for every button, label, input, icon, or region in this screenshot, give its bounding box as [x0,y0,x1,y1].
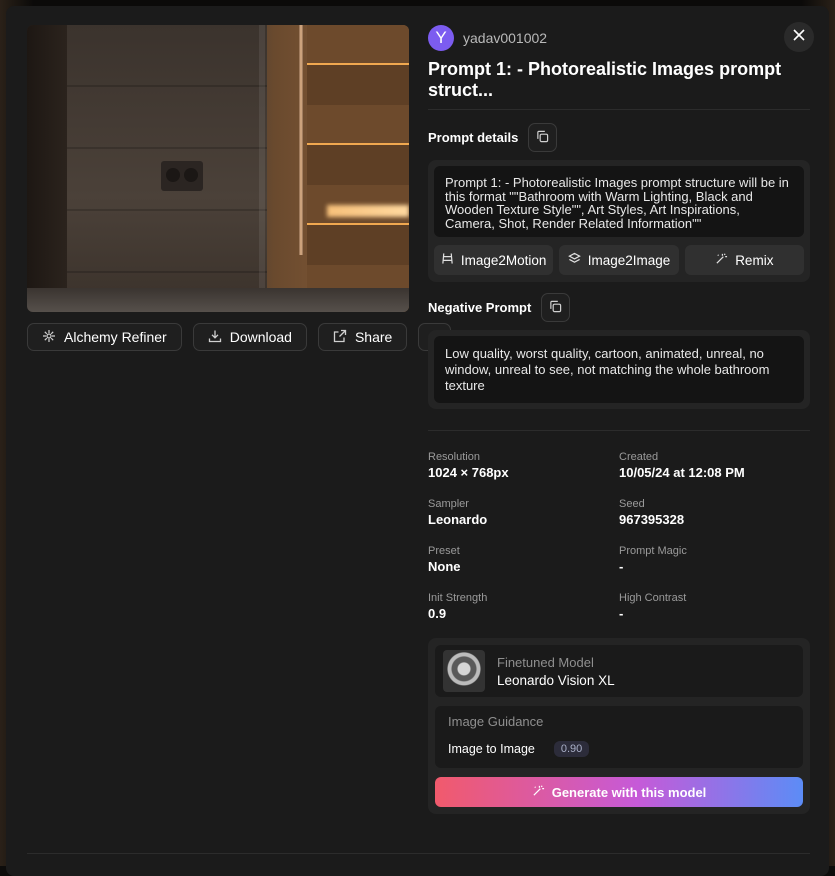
negative-prompt-header: Negative Prompt [428,293,810,322]
copy-prompt-button[interactable] [528,123,558,152]
image-wall-shadow [27,25,67,312]
remix-button[interactable]: Remix [684,245,804,275]
image-guidance-title: Image Guidance [448,714,544,729]
generate-with-model-button[interactable]: Generate with this model [435,777,803,807]
meta-value: Leonardo [428,512,488,527]
prompt-details-heading: Prompt details [428,130,519,145]
layers-icon [567,252,581,268]
page-title: Prompt 1: - Photorealistic Images prompt… [428,59,782,100]
download-button[interactable]: Download [192,323,307,351]
meta-value: None [428,559,461,574]
meta-preset: Preset None [428,545,619,576]
image-actions: Alchemy Refiner Download Share ··· [27,323,452,351]
alchemy-icon [42,329,56,346]
model-label: Finetuned Model [497,654,594,670]
image-flush-plate [161,161,203,191]
guidance-strength-badge: 0.90 [553,741,590,757]
copy-negative-prompt-button[interactable] [541,293,571,322]
image-wood-wall [307,25,409,312]
model-thumbnail [443,650,485,692]
image2motion-button[interactable]: Image2Motion [434,245,554,275]
copy-icon [549,300,562,316]
meta-value: 967395328 [619,512,685,527]
meta-init-strength: Init Strength 0.9 [428,592,619,623]
meta-sampler: Sampler Leonardo [428,498,619,529]
image2motion-label: Image2Motion [460,252,547,268]
meta-label: High Contrast [619,592,687,604]
user-info[interactable]: Y yadav001002 [428,25,810,51]
copy-icon [536,130,549,146]
meta-seed: Seed 967395328 [619,498,810,529]
negative-prompt-heading: Negative Prompt [428,300,532,315]
meta-value: 1024 × 768px [428,465,509,480]
prompt-details-header: Prompt details [428,123,810,152]
prompt-panel: Prompt 1: - Photorealistic Images prompt… [428,160,810,282]
meta-label: Prompt Magic [619,545,687,557]
download-label: Download [229,329,292,345]
negative-prompt-text: Low quality, worst quality, cartoon, ani… [434,336,804,403]
image-detail-modal: Alchemy Refiner Download Share ··· Y yad… [6,6,829,876]
meta-value: 10/05/24 at 12:08 PM [619,465,745,480]
meta-prompt-magic: Prompt Magic - [619,545,810,576]
meta-resolution: Resolution 1024 × 768px [428,451,619,482]
share-button[interactable]: Share [317,323,408,351]
film-icon [441,252,454,268]
magic-wand-icon [715,252,728,268]
meta-value: - [619,606,624,621]
guidance-type: Image to Image [448,742,535,756]
finetuned-model-card[interactable]: Finetuned Model Leonardo Vision XL [435,645,803,697]
meta-label: Sampler [428,498,469,510]
details-panel: Y yadav001002 Prompt 1: - Photorealistic… [428,25,810,814]
share-icon [333,329,347,346]
meta-label: Preset [428,545,460,557]
generated-image[interactable] [27,25,409,312]
image-guidance-card: Image Guidance Image to Image 0.90 [435,706,803,768]
share-label: Share [354,329,393,345]
meta-label: Resolution [428,451,480,463]
alchemy-refiner-label: Alchemy Refiner [64,329,167,345]
image2image-label: Image2Image [587,252,671,268]
meta-high-contrast: High Contrast - [619,592,810,623]
meta-value: 0.9 [428,606,447,621]
username[interactable]: yadav001002 [463,30,547,46]
model-info: Finetuned Model Leonardo Vision XL [497,655,615,688]
magic-wand-icon [532,784,545,800]
divider [428,109,810,110]
meta-created: Created 10/05/24 at 12:08 PM [619,451,810,482]
download-icon [208,329,222,346]
alchemy-refiner-button[interactable]: Alchemy Refiner [27,323,182,351]
image2image-button[interactable]: Image2Image [559,245,679,275]
meta-label: Seed [619,498,645,510]
image-floor [27,288,409,312]
image-shower-pipe [299,25,303,255]
divider [27,853,810,854]
image-guidance-row: Image to Image 0.90 [448,741,790,757]
negative-prompt-panel: Low quality, worst quality, cartoon, ani… [428,330,810,409]
meta-label: Created [619,451,659,463]
divider [428,430,810,431]
prompt-text: Prompt 1: - Photorealistic Images prompt… [434,166,804,237]
meta-label: Init Strength [428,592,488,604]
prompt-tools: Image2Motion Image2Image Remix [434,245,804,275]
image-glass-panel [259,25,265,312]
generate-label: Generate with this model [551,784,707,800]
avatar[interactable]: Y [428,25,454,51]
generation-metadata: Resolution 1024 × 768px Created 10/05/24… [428,451,810,623]
model-panel: Finetuned Model Leonardo Vision XL Image… [428,638,810,814]
image-shelf-light [327,205,409,217]
remix-label: Remix [735,252,774,268]
meta-value: - [619,559,624,574]
model-name: Leonardo Vision XL [497,672,615,688]
